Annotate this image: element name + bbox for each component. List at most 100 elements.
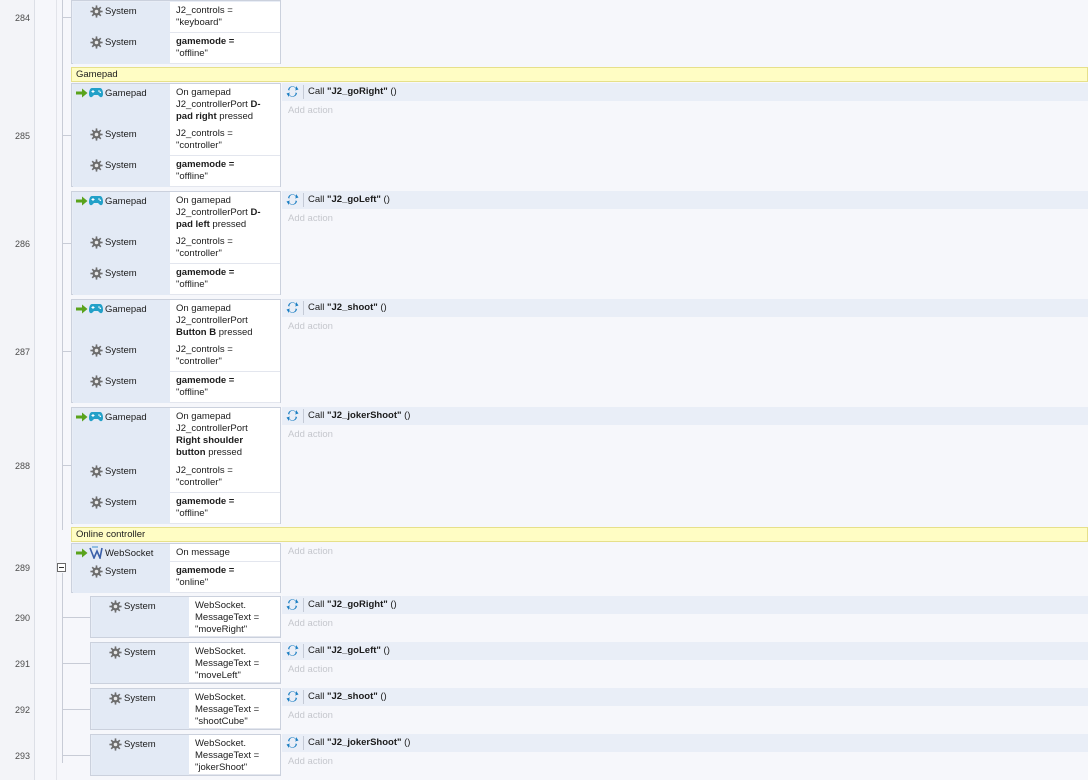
condition-text: J2_controls = bbox=[176, 465, 233, 476]
condition-text: MessageText = bbox=[195, 704, 260, 715]
condition-system[interactable]: System gamemode = "online" bbox=[71, 562, 281, 593]
event-289[interactable]: WebSocket On message System gamemode = "… bbox=[71, 543, 1088, 593]
condition-text: On gamepad bbox=[176, 411, 231, 422]
object-name: System bbox=[124, 601, 156, 612]
call-args: () bbox=[404, 410, 411, 421]
tree-line bbox=[62, 0, 63, 530]
condition-text: gamemode = bbox=[176, 375, 235, 386]
object-name: System bbox=[105, 237, 137, 248]
call-keyword: Call bbox=[308, 194, 325, 205]
trigger-arrow-icon bbox=[76, 304, 88, 314]
add-action[interactable]: Add action bbox=[282, 0, 1088, 7]
system-gear-icon bbox=[90, 267, 103, 280]
add-action[interactable]: Add action bbox=[282, 426, 1088, 444]
event-292[interactable]: System WebSocket. MessageText = "shootCu… bbox=[90, 688, 1088, 730]
condition-value: "offline" bbox=[176, 171, 208, 182]
condition-value: "online" bbox=[176, 577, 209, 588]
condition-param: D- bbox=[250, 207, 261, 218]
object-name: System bbox=[105, 160, 137, 171]
add-action[interactable]: Add action bbox=[282, 543, 1088, 561]
group-header-gamepad[interactable]: Gamepad bbox=[71, 67, 1088, 82]
action-call-function[interactable]: Call "J2_jokerShoot" () bbox=[282, 407, 1088, 425]
condition-system[interactable]: System gamemode = "offline" bbox=[71, 264, 281, 295]
condition-system[interactable]: System J2_controls = "controller" bbox=[71, 341, 281, 372]
condition-text: On gamepad bbox=[176, 195, 231, 206]
add-action[interactable]: Add action bbox=[282, 615, 1088, 633]
function-call-icon bbox=[286, 644, 299, 657]
add-action[interactable]: Add action bbox=[282, 318, 1088, 336]
condition-text: On gamepad bbox=[176, 87, 231, 98]
event-284[interactable]: System J2_controls = "keyboard" System g… bbox=[71, 0, 1088, 64]
condition-system[interactable]: System gamemode = "offline" bbox=[71, 372, 281, 403]
collapse-toggle-icon[interactable] bbox=[57, 563, 66, 572]
system-gear-icon bbox=[90, 128, 103, 141]
call-keyword: Call bbox=[308, 86, 325, 97]
event-285[interactable]: Gamepad On gamepad J2_controllerPort D- … bbox=[71, 83, 1088, 187]
line-number-284: 284 bbox=[14, 13, 30, 23]
object-name: System bbox=[105, 497, 137, 508]
tree-line bbox=[62, 351, 71, 352]
condition-system[interactable]: System WebSocket. MessageText = "moveRig… bbox=[90, 597, 281, 637]
condition-text: J2_controls = bbox=[176, 236, 233, 247]
condition-value: "offline" bbox=[176, 48, 208, 59]
add-action[interactable]: Add action bbox=[282, 661, 1088, 679]
line-number-285: 285 bbox=[14, 131, 30, 141]
event-286[interactable]: Gamepad On gamepad J2_controllerPort D- … bbox=[71, 191, 1088, 295]
action-call-function[interactable]: Call "J2_shoot" () bbox=[282, 299, 1088, 317]
condition-gamepad[interactable]: Gamepad On gamepad J2_controllerPort Rig… bbox=[71, 408, 281, 468]
object-name: System bbox=[105, 268, 137, 279]
event-293[interactable]: System WebSocket. MessageText = "jokerSh… bbox=[90, 734, 1088, 776]
add-action[interactable]: Add action bbox=[282, 753, 1088, 771]
line-number-286: 286 bbox=[14, 239, 30, 249]
add-action[interactable]: Add action bbox=[282, 210, 1088, 228]
condition-text: J2_controllerPort bbox=[176, 207, 248, 218]
condition-system[interactable]: System J2_controls = "controller" bbox=[71, 462, 281, 493]
system-gear-icon bbox=[90, 465, 103, 478]
condition-system[interactable]: System J2_controls = "keyboard" bbox=[71, 2, 281, 33]
condition-text: pressed bbox=[212, 219, 247, 230]
event-291[interactable]: System WebSocket. MessageText = "moveLef… bbox=[90, 642, 1088, 684]
event-287[interactable]: Gamepad On gamepad J2_controllerPort But… bbox=[71, 299, 1088, 403]
tree-line bbox=[62, 755, 90, 756]
event-288[interactable]: Gamepad On gamepad J2_controllerPort Rig… bbox=[71, 407, 1088, 524]
condition-system[interactable]: System J2_controls = "controller" bbox=[71, 125, 281, 156]
condition-system[interactable]: System J2_controls = "controller" bbox=[71, 233, 281, 264]
system-gear-icon bbox=[90, 36, 103, 49]
condition-param: Right shoulder bbox=[176, 435, 244, 446]
condition-system[interactable]: System WebSocket. MessageText = "moveLef… bbox=[90, 643, 281, 683]
condition-system[interactable]: System gamemode = "offline" bbox=[71, 33, 281, 64]
condition-system[interactable]: System gamemode = "offline" bbox=[71, 493, 281, 524]
gamepad-icon bbox=[89, 303, 103, 314]
object-name: System bbox=[105, 376, 137, 387]
websocket-icon bbox=[89, 546, 103, 559]
event-290[interactable]: System WebSocket. MessageText = "moveRig… bbox=[90, 596, 1088, 638]
condition-system[interactable]: System gamemode = "offline" bbox=[71, 156, 281, 187]
function-call-icon bbox=[286, 85, 299, 98]
call-args: () bbox=[404, 737, 411, 748]
system-gear-icon bbox=[90, 565, 103, 578]
action-call-function[interactable]: Call "J2_goLeft" () bbox=[282, 191, 1088, 209]
condition-text: WebSocket. bbox=[195, 600, 247, 611]
condition-system[interactable]: System WebSocket. MessageText = "shootCu… bbox=[90, 689, 281, 729]
condition-text: gamemode = bbox=[176, 565, 235, 576]
function-name: "J2_goLeft" bbox=[327, 645, 381, 656]
condition-text: J2_controls = bbox=[176, 5, 233, 16]
call-args: () bbox=[380, 302, 387, 313]
action-call-function[interactable]: Call "J2_goLeft" () bbox=[282, 642, 1088, 660]
action-call-function[interactable]: Call "J2_jokerShoot" () bbox=[282, 734, 1088, 752]
call-args: () bbox=[390, 86, 397, 97]
action-call-function[interactable]: Call "J2_goRight" () bbox=[282, 596, 1088, 614]
condition-text: gamemode = bbox=[176, 36, 235, 47]
action-call-function[interactable]: Call "J2_shoot" () bbox=[282, 688, 1088, 706]
system-gear-icon bbox=[90, 344, 103, 357]
object-name: System bbox=[124, 739, 156, 750]
tree-line bbox=[62, 135, 71, 136]
function-call-icon bbox=[286, 409, 299, 422]
add-action[interactable]: Add action bbox=[282, 102, 1088, 120]
group-header-online-controller[interactable]: Online controller bbox=[71, 527, 1088, 542]
condition-websocket[interactable]: WebSocket On message bbox=[71, 544, 281, 562]
add-action[interactable]: Add action bbox=[282, 707, 1088, 725]
condition-system[interactable]: System WebSocket. MessageText = "jokerSh… bbox=[90, 735, 281, 775]
action-call-function[interactable]: Call "J2_goRight" () bbox=[282, 83, 1088, 101]
call-args: () bbox=[380, 691, 387, 702]
